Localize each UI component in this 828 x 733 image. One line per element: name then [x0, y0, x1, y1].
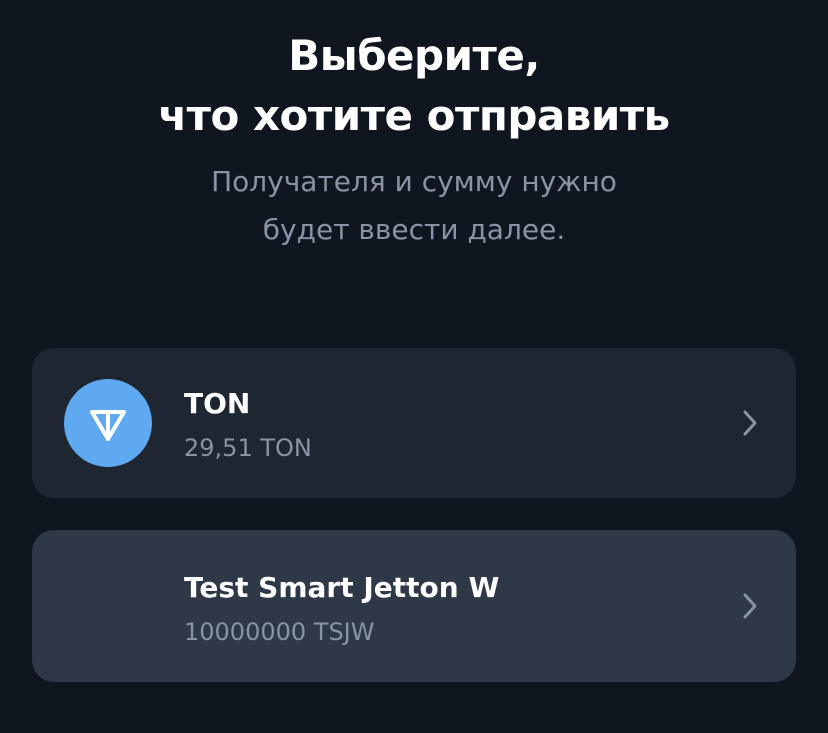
chevron-right-icon — [743, 410, 757, 436]
page-subtitle-line-2: будет ввести далее. — [262, 213, 566, 246]
page-title-line-1: Выберите, — [288, 31, 540, 80]
send-token-select-screen: Выберите, что хотите отправить Получател… — [0, 0, 828, 733]
page-subtitle-line-1: Получателя и сумму нужно — [211, 165, 617, 198]
token-name: Test Smart Jetton W — [184, 571, 500, 604]
page-title-line-2: что хотите отправить — [158, 91, 670, 140]
token-balance: 10000000 TSJW — [184, 618, 375, 646]
token-card-ton[interactable]: TON 29,51 TON — [32, 348, 796, 498]
token-balance: 29,51 TON — [184, 434, 312, 462]
token-card-tsjw[interactable]: Test Smart Jetton W 10000000 TSJW — [32, 530, 796, 682]
chevron-right-icon — [743, 593, 757, 619]
token-name: TON — [184, 387, 251, 420]
page-subtitle: Получателя и сумму нужно будет ввести да… — [0, 158, 828, 254]
ton-logo-icon — [64, 379, 152, 467]
page-title: Выберите, что хотите отправить — [0, 26, 828, 146]
